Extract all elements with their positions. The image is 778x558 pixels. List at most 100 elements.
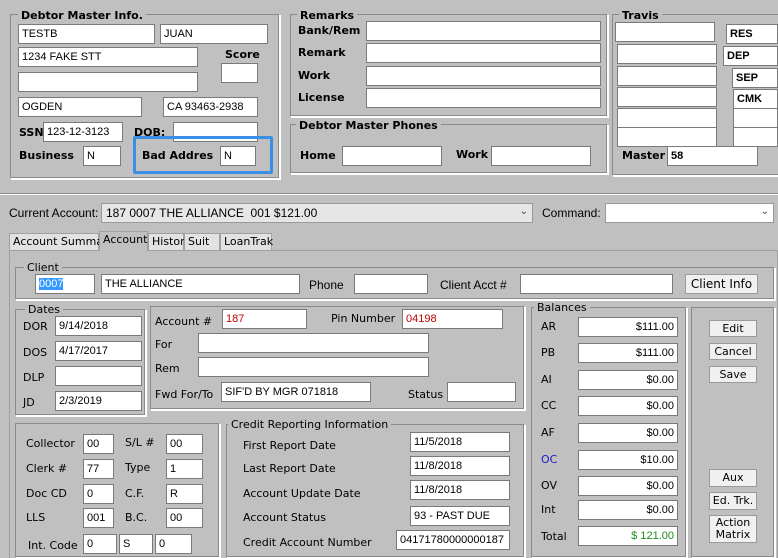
update-date-field[interactable]: 11/8/2018 (410, 480, 510, 500)
pb-field[interactable]: $111.00 (578, 343, 678, 363)
action-matrix-button[interactable]: Action Matrix (709, 515, 757, 543)
int-code-field-2[interactable]: S (119, 534, 153, 554)
client-code-field[interactable]: 0007 (35, 274, 95, 294)
ai-field[interactable]: $0.00 (578, 370, 678, 390)
work-remark-field[interactable] (366, 66, 601, 86)
travis-code-cmk[interactable]: CMK (733, 89, 778, 109)
travis-left-field-1[interactable] (615, 22, 715, 42)
travis-left-field-6[interactable] (617, 127, 717, 147)
account-status-field[interactable]: 93 - PAST DUE (410, 506, 510, 526)
travis-left-field-2[interactable] (617, 44, 717, 64)
command-dropdown[interactable]: ⌄ (605, 203, 774, 223)
score-field[interactable] (221, 63, 258, 83)
address2-field[interactable] (18, 72, 198, 92)
city-field[interactable]: OGDEN (18, 97, 142, 117)
address1-field[interactable]: 1234 FAKE STT (18, 47, 198, 67)
account-number-field[interactable]: 187 (222, 309, 307, 329)
remark-field[interactable] (366, 43, 601, 63)
travis-code-res[interactable]: RES (726, 24, 778, 44)
tab-account-summary[interactable]: Account Summary (9, 233, 114, 250)
first-name-field[interactable]: JUAN (160, 24, 268, 44)
cf-field[interactable]: R (166, 484, 203, 504)
chevron-down-icon: ⌄ (760, 206, 769, 217)
travis-left-field-4[interactable] (617, 87, 717, 107)
tab-account[interactable]: Account (99, 231, 148, 251)
chevron-down-icon: ⌄ (519, 206, 528, 217)
travis-right-field-6[interactable] (733, 127, 778, 147)
collector-field[interactable]: 00 (83, 434, 114, 454)
aux-button[interactable]: Aux (709, 469, 757, 487)
total-field[interactable]: $ 121.00 (578, 526, 678, 546)
phones-title: Debtor Master Phones (296, 119, 441, 132)
credit-account-number-field[interactable]: 04171780000000187 (396, 530, 510, 550)
client-info-button[interactable]: Client Info (685, 274, 758, 294)
dos-field[interactable]: 4/17/2017 (55, 341, 142, 361)
ssn-field[interactable]: 123-12-3123 (43, 122, 123, 142)
tab-history[interactable]: History (148, 233, 191, 250)
work-phone-label: Work (456, 148, 489, 161)
sl-field[interactable]: 00 (166, 434, 203, 454)
int-code-field-1[interactable]: 0 (83, 534, 117, 554)
fwd-field[interactable]: SIF'D BY MGR 071818 (221, 382, 371, 402)
client-acct-field[interactable] (520, 274, 673, 294)
cc-field[interactable]: $0.00 (578, 396, 678, 416)
travis-code-dep[interactable]: DEP (723, 46, 778, 66)
bank-rem-field[interactable] (366, 21, 601, 41)
tab-loantrak[interactable]: LoanTrak (220, 233, 273, 250)
dlp-field[interactable] (55, 366, 142, 386)
pin-number-field[interactable]: 04198 (402, 309, 503, 329)
client-name-field[interactable]: THE ALLIANCE (101, 274, 300, 294)
last-name-field[interactable]: TESTB (18, 24, 155, 44)
ar-field[interactable]: $111.00 (578, 317, 678, 337)
lls-field[interactable]: 001 (83, 508, 114, 528)
business-field[interactable]: N (83, 146, 121, 166)
edit-button[interactable]: Edit (709, 320, 757, 337)
remark-label: Remark (298, 46, 346, 59)
travis-right-field-5[interactable] (733, 108, 778, 128)
oc-field[interactable]: $10.00 (578, 450, 678, 470)
license-field[interactable] (366, 88, 601, 108)
int-code-label: Int. Code (28, 539, 78, 552)
int-code-field-3[interactable]: 0 (155, 534, 192, 554)
ed-trk-button[interactable]: Ed. Trk. (709, 492, 757, 510)
travis-code-sep[interactable]: SEP (732, 68, 778, 88)
last-report-field[interactable]: 11/8/2018 (410, 456, 510, 476)
credit-account-number-label: Credit Account Number (243, 536, 372, 549)
save-button[interactable]: Save (709, 366, 757, 383)
clerk-field[interactable]: 77 (83, 459, 114, 479)
cancel-button[interactable]: Cancel (709, 343, 757, 360)
rem-label: Rem (155, 362, 180, 375)
state-zip-field[interactable]: CA 93463-2938 (163, 97, 258, 117)
home-phone-field[interactable] (342, 146, 442, 166)
rem-field[interactable] (198, 357, 429, 377)
jd-field[interactable]: 2/3/2019 (55, 391, 142, 411)
dor-label: DOR (23, 320, 48, 333)
work-phone-field[interactable] (491, 146, 591, 166)
work-remark-label: Work (298, 69, 331, 82)
travis-left-field-3[interactable] (617, 66, 717, 86)
total-label: Total (541, 530, 567, 543)
dor-field[interactable]: 9/14/2018 (55, 316, 142, 336)
client-phone-field[interactable] (354, 274, 428, 294)
type-label: Type (125, 461, 151, 474)
master-field[interactable]: 58 (667, 146, 758, 166)
ov-field[interactable]: $0.00 (578, 476, 678, 496)
status-field[interactable] (447, 382, 516, 402)
balances-title: Balances (534, 301, 590, 314)
int-field[interactable]: $0.00 (578, 500, 678, 520)
current-account-dropdown[interactable]: 187 0007 THE ALLIANCE 001 $121.00 ⌄ (101, 203, 533, 223)
bc-label: B.C. (125, 511, 148, 524)
first-report-field[interactable]: 11/5/2018 (410, 432, 510, 452)
action-matrix-label-2: Matrix (715, 528, 751, 541)
travis-left-field-5[interactable] (617, 108, 717, 128)
cf-label: C.F. (125, 487, 145, 500)
doccd-field[interactable]: 0 (83, 484, 114, 504)
af-field[interactable]: $0.00 (578, 423, 678, 443)
bad-address-label: Bad Addres (142, 149, 214, 162)
for-field[interactable] (198, 333, 429, 353)
type-field[interactable]: 1 (166, 459, 203, 479)
bad-address-field[interactable]: N (220, 146, 256, 166)
section-divider (0, 193, 778, 194)
bc-field[interactable]: 00 (166, 508, 203, 528)
tab-suit[interactable]: Suit (184, 233, 220, 250)
